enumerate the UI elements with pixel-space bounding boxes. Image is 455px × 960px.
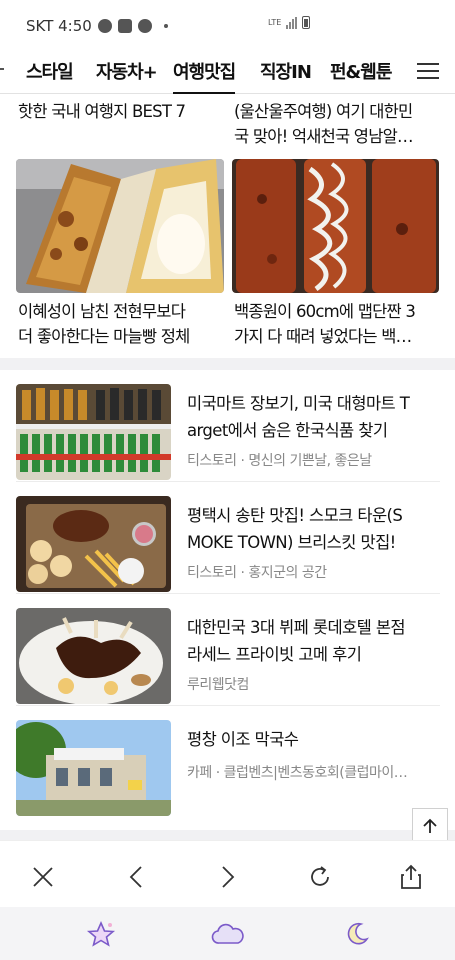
grid-caption[interactable]: 이혜성이 남친 전현무보다: [18, 299, 224, 324]
article-title: 미국마트 장보기, 미국 대형마트 T arget에서 숨은 한국식품 찾기: [187, 394, 410, 440]
article-title: 대한민국 3대 뷔페 롯데호텔 본점 라세느 프라이빗 고메 후기: [187, 618, 406, 664]
carrier-time: SKT 4:50: [26, 17, 92, 35]
status-bar: SKT 4:50 LTE: [0, 0, 455, 52]
menu-icon[interactable]: [417, 63, 439, 79]
bottom-bar: [0, 907, 455, 960]
garlic-bread-photo[interactable]: [16, 159, 224, 293]
mail-icon: [117, 19, 132, 33]
share-icon: [401, 864, 421, 889]
battery-icon: [302, 16, 311, 29]
arrow-up-icon: [423, 818, 437, 833]
grid-caption[interactable]: 백종원이 60cm에 맵단짠 3: [234, 299, 440, 324]
section-divider: [0, 358, 455, 370]
network-type: LTE: [268, 18, 282, 27]
forward-button[interactable]: [210, 859, 246, 895]
cloud-icon: [211, 923, 244, 944]
moon-icon: [347, 922, 369, 945]
cloud-button[interactable]: [211, 917, 245, 951]
category-tabs: 스타일 자동차+ 여행맛집 직장IN 펀&웹툰: [0, 52, 455, 94]
skewered-meat-photo[interactable]: [232, 159, 439, 293]
moon-button[interactable]: [340, 917, 374, 951]
scroll-hint: [0, 68, 4, 70]
list-item[interactable]: 미국마트 장보기, 미국 대형마트 T arget에서 숨은 한국식품 찾기 티…: [16, 370, 440, 482]
bbq-platter-photo: [16, 496, 171, 592]
tab-travel-food[interactable]: 여행맛집: [173, 58, 236, 94]
list-item[interactable]: 대한민국 3대 뷔페 롯데호텔 본점 라세느 프라이빗 고메 후기 루리웹닷컴: [16, 594, 440, 706]
star-button[interactable]: [84, 917, 118, 951]
share-button[interactable]: [393, 859, 429, 895]
browser-toolbar: [0, 840, 455, 907]
back-button[interactable]: [118, 859, 154, 895]
more-notifications-icon: [163, 24, 168, 28]
grid-caption[interactable]: 가지 다 때려 넣었다는 백…: [234, 324, 440, 349]
article-source: 티스토리 · 명신의 기쁜날, 좋은날: [187, 453, 372, 469]
store-shelf-photo: [16, 384, 171, 480]
tab-style[interactable]: 스타일: [26, 58, 74, 84]
chevron-right-icon: [222, 866, 235, 888]
scroll-top-button[interactable]: [412, 808, 448, 844]
grid-caption[interactable]: 국 맞아! 억새천국 영남알…: [234, 124, 440, 149]
lamb-chop-photo: [16, 608, 171, 704]
signal-icon: [286, 16, 298, 29]
section-divider: [0, 830, 455, 840]
star-icon: [86, 921, 116, 947]
article-title: 평택시 송탄 맛집! 스모크 타운(S MOKE TOWN) 브리스킷 맛집!: [187, 506, 403, 552]
refresh-icon: [311, 866, 329, 886]
close-icon: [33, 867, 53, 887]
notification-app-icon: [97, 19, 112, 33]
restaurant-exterior-photo: [16, 720, 171, 816]
refresh-button[interactable]: [302, 859, 338, 895]
chat-icon: [137, 19, 152, 33]
grid-caption[interactable]: 핫한 국내 여행지 BEST 7: [18, 99, 224, 125]
close-button[interactable]: [25, 859, 61, 895]
tab-fun-webtoon[interactable]: 펀&웹툰: [330, 58, 392, 84]
article-source: 카페 · 클럽벤츠|벤츠동호회(클럽마이…: [187, 765, 408, 781]
tab-work[interactable]: 직장IN: [260, 58, 312, 84]
article-source: 티스토리 · 홍지군의 공간: [187, 565, 327, 581]
list-item[interactable]: 평택시 송탄 맛집! 스모크 타운(S MOKE TOWN) 브리스킷 맛집! …: [16, 482, 440, 594]
chevron-left-icon: [129, 866, 142, 888]
tab-cars[interactable]: 자동차+: [96, 58, 158, 84]
grid-caption[interactable]: (울산울주여행) 여기 대한민: [234, 99, 440, 124]
grid-caption[interactable]: 더 좋아한다는 마늘빵 정체: [18, 324, 224, 349]
article-source: 루리웹닷컴: [187, 677, 249, 693]
article-title: 평창 이조 막국수: [187, 730, 299, 749]
list-item[interactable]: 평창 이조 막국수 카페 · 클럽벤츠|벤츠동호회(클럽마이…: [16, 706, 440, 818]
